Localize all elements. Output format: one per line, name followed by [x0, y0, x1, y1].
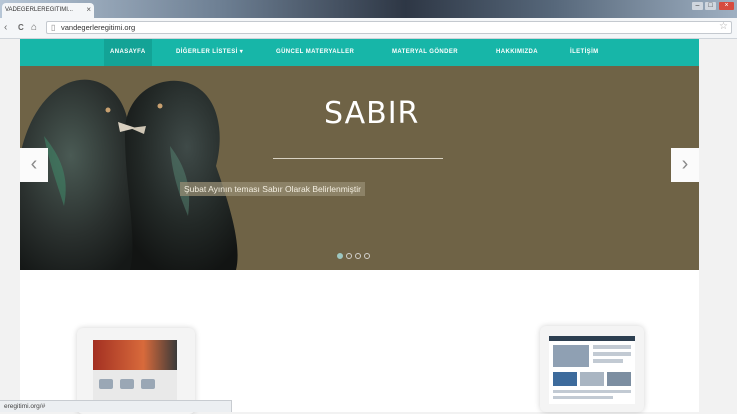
browser-toolbar: ‹ C ⌂ ▯ vandegerleregitimi.org ☆: [0, 18, 737, 39]
close-window-button[interactable]: ×: [719, 2, 734, 10]
monitor-mockup-image: [540, 326, 644, 412]
back-icon[interactable]: ‹: [4, 22, 7, 34]
nav-item-lists[interactable]: DİĞERLER LİSTESİ ▾: [176, 39, 243, 66]
hero-slider: SABIR Şubat Ayının teması Sabır Olarak B…: [20, 66, 699, 270]
minimize-button[interactable]: –: [692, 2, 703, 10]
slider-dots: [337, 246, 373, 264]
website: ANASAYFA DİĞERLER LİSTESİ ▾ GÜNCEL MATER…: [20, 39, 699, 414]
slider-next-button[interactable]: ›: [671, 148, 699, 182]
browser-tabstrip: VADEGERLEREGITIMI... × – □ ×: [0, 0, 737, 18]
slider-dot-2[interactable]: [346, 253, 352, 259]
slider-dot-3[interactable]: [355, 253, 361, 259]
home-icon[interactable]: ⌂: [31, 22, 37, 34]
slide-divider: [273, 158, 443, 159]
browser-tab[interactable]: VADEGERLEREGITIMI... ×: [2, 3, 94, 18]
nav-item-send-material[interactable]: MATERYAL GÖNDER: [392, 39, 458, 66]
slider-prev-button[interactable]: ‹: [20, 148, 48, 182]
address-bar[interactable]: ▯ vandegerleregitimi.org ☆: [46, 21, 732, 34]
reload-icon[interactable]: C: [18, 22, 24, 34]
nav-item-home[interactable]: ANASAYFA: [104, 39, 152, 66]
slide-title: SABIR: [324, 96, 420, 131]
tab-title: VADEGERLEREGITIMI...: [5, 7, 73, 13]
pigeons-image: [20, 79, 238, 270]
slider-dot-1[interactable]: [337, 253, 343, 259]
nav-item-about[interactable]: HAKKIMIZDA: [496, 39, 538, 66]
url-text[interactable]: vandegerleregitimi.org: [61, 23, 135, 32]
main-nav: ANASAYFA DİĞERLER LİSTESİ ▾ GÜNCEL MATER…: [20, 39, 699, 66]
nav-item-contact[interactable]: İLETİŞİM: [570, 39, 599, 66]
browser-status-bar: eregitimi.org/#: [0, 400, 232, 412]
content-area: [20, 270, 699, 414]
slider-dot-4[interactable]: [364, 253, 370, 259]
slide-caption: Şubat Ayının teması Sabır Olarak Belirle…: [180, 182, 366, 196]
nav-item-current-materials[interactable]: GÜNCEL MATERYALLER: [276, 39, 354, 66]
bookmark-star-icon[interactable]: ☆: [719, 21, 728, 32]
page-icon: ▯: [51, 23, 56, 32]
maximize-button[interactable]: □: [705, 2, 716, 10]
tab-close-icon[interactable]: ×: [86, 5, 91, 14]
